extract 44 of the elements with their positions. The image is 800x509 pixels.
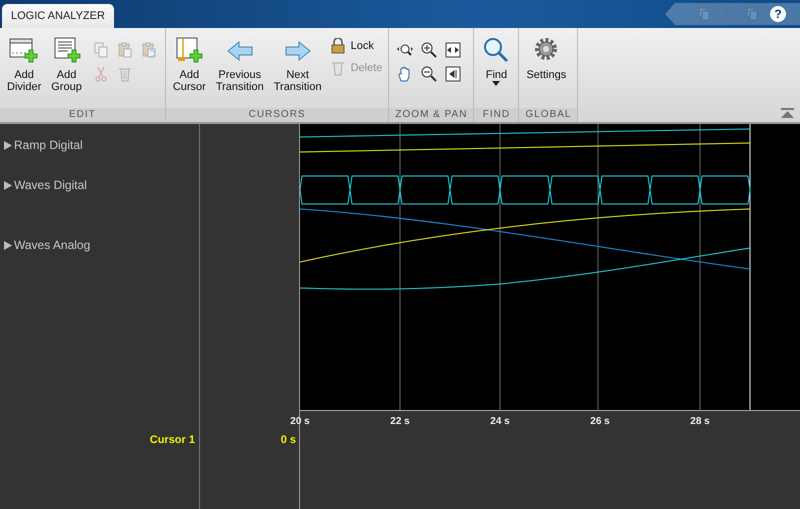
time-tick-label: 26 s [590,416,610,427]
expand-arrow-icon[interactable] [4,180,12,190]
toolbar-button[interactable]: Add Divider [4,36,44,93]
zoom-out-icon [421,66,438,82]
settings-button[interactable]: Settings [523,36,570,81]
trash-icon [330,60,345,76]
signal-name[interactable]: Waves Analog [4,238,90,252]
toolbar-button[interactable]: Previous Transition [212,36,267,93]
toolbar-button[interactable]: Add Cursor [170,36,209,93]
section-label: EDIT [0,108,165,122]
lock-button[interactable]: Lock [328,38,384,54]
clipboard-icon [140,42,157,58]
padlock-icon [330,38,345,54]
time-tick-label: 28 s [690,416,710,427]
caret-icon [492,81,500,86]
toolbar-button[interactable]: Add Group [48,36,85,93]
time-tick-label: 24 s [490,416,510,427]
cursor-time: 0 s [280,434,296,446]
cursor-name: Cursor 1 [150,434,195,446]
copy-icon [746,7,758,21]
app-tab[interactable]: LOGIC ANALYZER [2,4,114,28]
zoom-icon [397,42,414,58]
expand-arrow-icon[interactable] [4,140,12,150]
section-label: GLOBAL [519,108,578,122]
fit-icon [445,66,462,82]
time-tick-label: 20 s [290,416,310,427]
section-label: CURSORS [166,108,388,122]
section-label: ZOOM & PAN [389,108,474,122]
clipboard-icon [116,42,133,58]
copy-icon [698,7,710,21]
toolbar-button[interactable]: Next Transition [270,36,325,93]
fit-icon [445,42,462,58]
expand-arrow-icon[interactable] [4,240,12,250]
section-label: FIND [474,108,518,122]
collapse-icon[interactable] [781,108,794,118]
signal-name[interactable]: Waves Digital [4,178,87,192]
signal-name[interactable]: Ramp Digital [4,138,83,152]
scissors-icon [722,7,734,21]
scissors-icon [92,66,109,82]
find-button[interactable]: Find [478,36,514,86]
trash-icon [116,66,133,82]
zoom-in-icon [421,42,438,58]
time-tick-label: 22 s [390,416,410,427]
copy-icon [92,42,109,58]
